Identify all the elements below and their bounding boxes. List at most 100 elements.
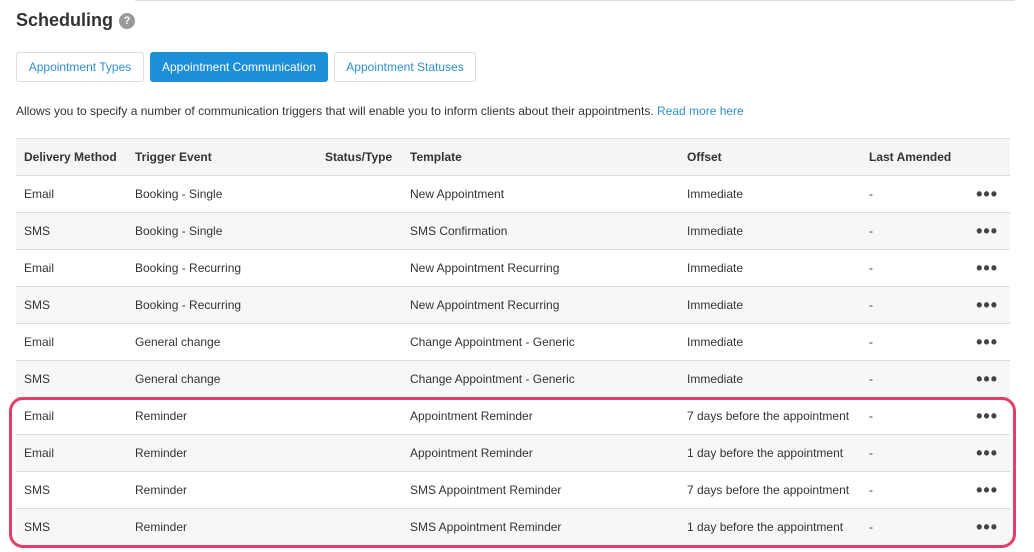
cell-delivery-method: Email bbox=[24, 409, 55, 423]
table-row[interactable]: SMS Booking - Single SMS Confirmation Immed… bbox=[16, 213, 1010, 250]
more-options-icon[interactable]: ••• bbox=[976, 407, 998, 425]
cell-delivery-method: Email bbox=[24, 446, 55, 460]
cell-template: New Appointment bbox=[410, 187, 505, 201]
table-row[interactable]: Email General change Change Appointment - … bbox=[16, 324, 1010, 361]
table-header-row: Delivery Method Trigger Event Status/Typ… bbox=[16, 138, 1010, 176]
cell-delivery-method: SMS bbox=[24, 298, 51, 312]
cell-template: SMS Appointment Reminder bbox=[410, 483, 562, 497]
more-options-icon[interactable]: ••• bbox=[976, 185, 998, 203]
tab-appointment-statuses[interactable]: Appointment Statuses bbox=[334, 52, 476, 82]
row-actions: ••• bbox=[961, 518, 1010, 536]
row-actions: ••• bbox=[961, 185, 1010, 203]
more-options-icon[interactable]: ••• bbox=[976, 222, 998, 240]
cell-delivery-method: SMS bbox=[24, 224, 51, 238]
cell-trigger-event: Reminder bbox=[135, 446, 188, 460]
tab-bar: Appointment Types Appointment Communicat… bbox=[16, 52, 482, 82]
cell-offset: Immediate bbox=[687, 187, 744, 201]
more-options-icon[interactable]: ••• bbox=[976, 444, 998, 462]
cell-last-amended: - bbox=[869, 335, 873, 349]
row-actions: ••• bbox=[961, 333, 1010, 351]
communications-table: Delivery Method Trigger Event Status/Typ… bbox=[16, 138, 1010, 546]
cell-offset: Immediate bbox=[687, 335, 744, 349]
tab-appointment-types[interactable]: Appointment Types bbox=[16, 52, 144, 82]
description-text: Allows you to specify a number of commun… bbox=[16, 104, 654, 118]
cell-last-amended: - bbox=[869, 224, 873, 238]
table-row[interactable]: SMS Booking - Recurring New Appointment Re… bbox=[16, 287, 1010, 324]
cell-delivery-method: Email bbox=[24, 335, 55, 349]
column-header-status-type[interactable]: Status/Type bbox=[317, 150, 402, 164]
cell-template: Change Appointment - Generic bbox=[410, 372, 575, 386]
cell-template: Appointment Reminder bbox=[410, 446, 533, 460]
row-actions: ••• bbox=[961, 481, 1010, 499]
cell-template: Appointment Reminder bbox=[410, 409, 533, 423]
table-row[interactable]: Email Reminder Appointment Reminder 1 day b… bbox=[16, 435, 1010, 472]
more-options-icon[interactable]: ••• bbox=[976, 518, 998, 536]
column-header-last-amended[interactable]: Last Amended bbox=[861, 150, 961, 164]
cell-last-amended: - bbox=[869, 187, 873, 201]
cell-trigger-event: Reminder bbox=[135, 409, 188, 423]
more-options-icon[interactable]: ••• bbox=[976, 333, 998, 351]
cell-template: New Appointment Recurring bbox=[410, 298, 560, 312]
cell-trigger-event: Booking - Single bbox=[135, 187, 223, 201]
cell-offset: 7 days before the appointment bbox=[687, 483, 850, 497]
cell-delivery-method: Email bbox=[24, 187, 55, 201]
cell-last-amended: - bbox=[869, 372, 873, 386]
cell-trigger-event: Booking - Recurring bbox=[135, 298, 242, 312]
tab-appointment-communication[interactable]: Appointment Communication bbox=[150, 52, 328, 82]
row-actions: ••• bbox=[961, 296, 1010, 314]
cell-template: New Appointment Recurring bbox=[410, 261, 560, 275]
more-options-icon[interactable]: ••• bbox=[976, 481, 998, 499]
column-header-delivery-method[interactable]: Delivery Method bbox=[16, 150, 127, 164]
cell-last-amended: - bbox=[869, 409, 873, 423]
page-title: Scheduling bbox=[16, 10, 114, 30]
cell-delivery-method: SMS bbox=[24, 372, 51, 386]
cell-template: SMS Appointment Reminder bbox=[410, 520, 562, 534]
cell-last-amended: - bbox=[869, 520, 873, 534]
cell-offset: 1 day before the appointment bbox=[687, 446, 844, 460]
table-body: Email Booking - Single New Appointment Imme… bbox=[16, 176, 1010, 546]
cell-delivery-method: SMS bbox=[24, 483, 51, 497]
more-options-icon[interactable]: ••• bbox=[976, 259, 998, 277]
cell-last-amended: - bbox=[869, 261, 873, 275]
cell-trigger-event: General change bbox=[135, 372, 221, 386]
table-row[interactable]: SMS Reminder SMS Appointment Reminder 1 day… bbox=[16, 509, 1010, 546]
column-header-trigger-event[interactable]: Trigger Event bbox=[127, 150, 317, 164]
cell-trigger-event: Reminder bbox=[135, 483, 188, 497]
cell-template: Change Appointment - Generic bbox=[410, 335, 575, 349]
cell-trigger-event: Reminder bbox=[135, 520, 188, 534]
more-options-icon[interactable]: ••• bbox=[976, 296, 998, 314]
row-actions: ••• bbox=[961, 444, 1010, 462]
description: Allows you to specify a number of commun… bbox=[16, 104, 744, 118]
row-actions: ••• bbox=[961, 222, 1010, 240]
cell-last-amended: - bbox=[869, 446, 873, 460]
table-row[interactable]: Email Booking - Single New Appointment Imme… bbox=[16, 176, 1010, 213]
row-actions: ••• bbox=[961, 259, 1010, 277]
table-row[interactable]: Email Reminder Appointment Reminder 7 days … bbox=[16, 398, 1010, 435]
cell-offset: 1 day before the appointment bbox=[687, 520, 844, 534]
top-divider bbox=[135, 0, 1015, 1]
row-actions: ••• bbox=[961, 370, 1010, 388]
table-row[interactable]: SMS Reminder SMS Appointment Reminder 7 day… bbox=[16, 472, 1010, 509]
cell-offset: Immediate bbox=[687, 224, 744, 238]
table-row[interactable]: SMS General change Change Appointment - Ge… bbox=[16, 361, 1010, 398]
cell-delivery-method: SMS bbox=[24, 520, 51, 534]
more-options-icon[interactable]: ••• bbox=[976, 370, 998, 388]
cell-trigger-event: General change bbox=[135, 335, 221, 349]
cell-last-amended: - bbox=[869, 298, 873, 312]
table-row[interactable]: Email Booking - Recurring New Appointment … bbox=[16, 250, 1010, 287]
cell-template: SMS Confirmation bbox=[410, 224, 508, 238]
cell-offset: Immediate bbox=[687, 261, 744, 275]
cell-trigger-event: Booking - Recurring bbox=[135, 261, 242, 275]
page-header: Scheduling ? bbox=[16, 10, 136, 31]
read-more-link[interactable]: Read more here bbox=[657, 104, 744, 118]
cell-offset: Immediate bbox=[687, 372, 744, 386]
column-header-offset[interactable]: Offset bbox=[679, 150, 861, 164]
cell-last-amended: - bbox=[869, 483, 873, 497]
help-icon[interactable]: ? bbox=[119, 12, 136, 29]
row-actions: ••• bbox=[961, 407, 1010, 425]
cell-offset: 7 days before the appointment bbox=[687, 409, 850, 423]
cell-trigger-event: Booking - Single bbox=[135, 224, 223, 238]
cell-offset: Immediate bbox=[687, 298, 744, 312]
column-header-template[interactable]: Template bbox=[402, 150, 679, 164]
cell-delivery-method: Email bbox=[24, 261, 55, 275]
